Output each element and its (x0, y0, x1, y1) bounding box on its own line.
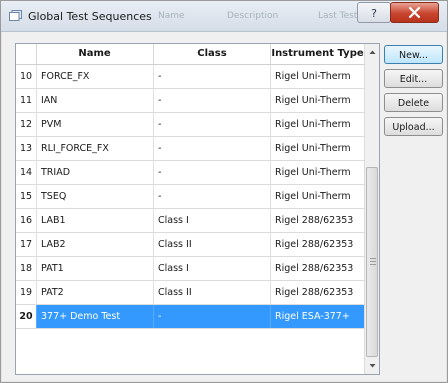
thumb-grip-line (370, 264, 376, 265)
thumb-grip-line (370, 258, 376, 259)
column-header-class[interactable]: Class (154, 44, 271, 64)
instrument-type: Rigel 288/62353 (270, 257, 369, 280)
title-bar[interactable]: Global Test Sequences Name Description L… (1, 1, 447, 32)
table-header: Name Class Instrument Type (16, 44, 364, 65)
table-row[interactable]: 13 RLI_FORCE_FX - Rigel Uni-Therm (16, 137, 364, 161)
sequence-name: IAN (36, 89, 161, 112)
row-number: 16 (19, 215, 33, 226)
sequence-class: - (153, 305, 275, 328)
scroll-up-arrow-icon (369, 50, 376, 54)
sequence-name: 377+ Demo Test (36, 305, 161, 328)
table-row[interactable]: 16 LAB1 Class I Rigel 288/62353 (16, 209, 364, 233)
sequence-class: - (153, 161, 275, 184)
ghost-header-description: Description (227, 11, 279, 21)
sequence-name: PAT2 (36, 281, 161, 304)
instrument-type: Rigel Uni-Therm (270, 89, 369, 112)
ghost-header-name: Name (158, 11, 185, 21)
table-row[interactable]: 15 TSEQ - Rigel Uni-Therm (16, 185, 364, 209)
sequence-name: TRIAD (36, 161, 161, 184)
table-row[interactable]: 19 PAT2 Class II Rigel 288/62353 (16, 281, 364, 305)
row-number: 10 (19, 71, 33, 82)
help-button[interactable]: ? (357, 2, 391, 23)
instrument-type: Rigel Uni-Therm (270, 65, 369, 88)
row-number: 12 (19, 119, 33, 130)
edit-button[interactable]: Edit... (384, 69, 443, 88)
instrument-type: Rigel 288/62353 (270, 209, 369, 232)
instrument-type: Rigel 288/62353 (270, 281, 369, 304)
instrument-type: Rigel Uni-Therm (270, 161, 369, 184)
upload-button[interactable]: Upload... (384, 117, 443, 136)
help-icon: ? (371, 7, 377, 20)
new-button[interactable]: New... (384, 45, 443, 64)
column-header-number (16, 44, 37, 64)
row-number: 11 (19, 95, 33, 106)
global-test-sequences-window: Global Test Sequences Name Description L… (0, 0, 448, 383)
instrument-type: Rigel Uni-Therm (270, 185, 369, 208)
table-row[interactable]: 12 PVM - Rigel Uni-Therm (16, 113, 364, 137)
table-row-selected[interactable]: 20 377+ Demo Test - Rigel ESA-377+ (16, 305, 364, 329)
column-header-name[interactable]: Name (36, 44, 154, 64)
sequence-name: RLI_FORCE_FX (36, 137, 161, 160)
row-number: 13 (19, 143, 33, 154)
instrument-type: Rigel 288/62353 (270, 233, 369, 256)
table-row[interactable]: 18 PAT1 Class I Rigel 288/62353 (16, 257, 364, 281)
sequence-class: - (153, 113, 275, 136)
row-number: 17 (19, 239, 33, 250)
sequence-class: - (153, 65, 275, 88)
table-row[interactable]: 10 FORCE_FX - Rigel Uni-Therm (16, 65, 364, 89)
sequence-class: Class II (153, 233, 275, 256)
table-row[interactable]: 11 IAN - Rigel Uni-Therm (16, 89, 364, 113)
scroll-down-arrow-icon (369, 364, 376, 368)
close-button[interactable] (390, 2, 439, 23)
row-number: 15 (19, 191, 33, 202)
close-icon (408, 6, 421, 19)
sequence-name: PVM (36, 113, 161, 136)
scroll-down-button[interactable] (365, 358, 379, 374)
row-number: 18 (19, 263, 33, 274)
window-app-icon (9, 10, 22, 21)
sequence-class: Class I (153, 257, 275, 280)
table-row[interactable]: 14 TRIAD - Rigel Uni-Therm (16, 161, 364, 185)
sequence-class: Class II (153, 281, 275, 304)
empty-row[interactable] (16, 329, 364, 352)
sequence-class: Class I (153, 209, 275, 232)
instrument-type: Rigel ESA-377+ (270, 305, 369, 328)
vertical-scrollbar[interactable] (364, 44, 379, 374)
sequences-table[interactable]: Name Class Instrument Type 10 FORCE_FX -… (15, 43, 380, 375)
sequence-class: - (153, 89, 275, 112)
sequence-class: - (153, 137, 275, 160)
scrollbar-thumb[interactable] (366, 167, 378, 357)
sequence-name: FORCE_FX (36, 65, 161, 88)
ghost-header-last-test: Last Test (318, 11, 358, 21)
sequence-name: TSEQ (36, 185, 161, 208)
sequence-name: PAT1 (36, 257, 161, 280)
sequence-name: LAB2 (36, 233, 161, 256)
row-number: 19 (19, 287, 33, 298)
delete-button[interactable]: Delete (384, 93, 443, 112)
table-row[interactable]: 17 LAB2 Class II Rigel 288/62353 (16, 233, 364, 257)
sequence-class: - (153, 185, 275, 208)
svg-text:?: ? (371, 7, 377, 20)
instrument-type: Rigel Uni-Therm (270, 137, 369, 160)
scroll-up-button[interactable] (365, 44, 379, 60)
instrument-type: Rigel Uni-Therm (270, 113, 369, 136)
column-header-instrument-type[interactable]: Instrument Type (271, 44, 364, 64)
row-number: 20 (16, 305, 36, 328)
thumb-grip-line (370, 261, 376, 262)
window-title: Global Test Sequences (28, 10, 152, 23)
row-number: 14 (19, 167, 33, 178)
sequence-name: LAB1 (36, 209, 161, 232)
